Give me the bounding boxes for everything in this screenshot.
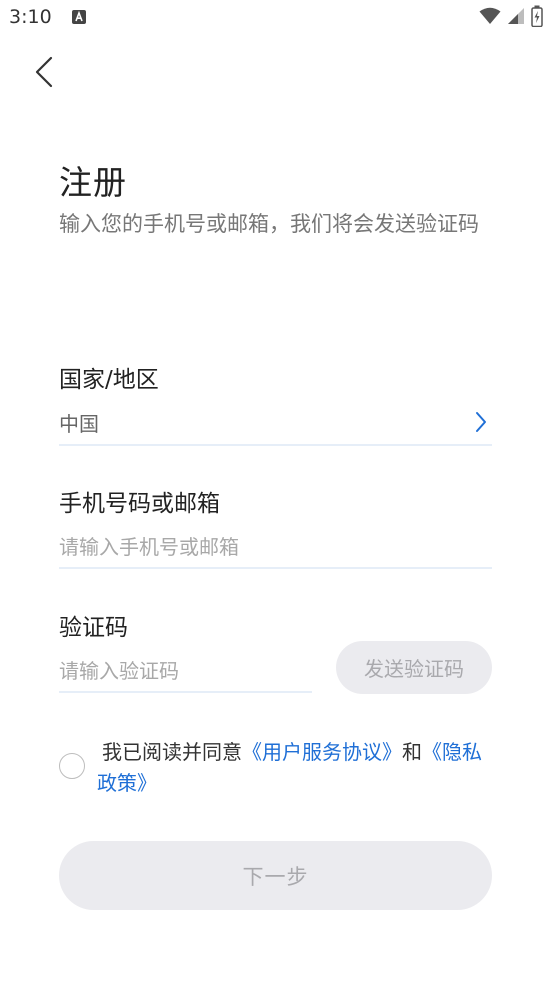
page-subtitle: 输入您的手机号或邮箱，我们将会发送验证码	[59, 212, 479, 236]
user-agreement-link[interactable]: 《用户服务协议》	[242, 740, 402, 764]
status-bar: 3:10	[0, 0, 551, 36]
code-underline	[59, 691, 312, 693]
chevron-left-icon	[33, 55, 55, 93]
region-value: 中国	[59, 412, 99, 436]
wifi-icon	[479, 7, 501, 29]
battery-charging-icon	[531, 5, 543, 31]
agreement-checkbox[interactable]	[59, 753, 85, 779]
chevron-right-icon	[474, 411, 488, 438]
region-label: 国家/地区	[59, 367, 159, 393]
back-button[interactable]	[24, 52, 64, 96]
status-icons	[479, 5, 543, 31]
code-input[interactable]	[59, 656, 311, 686]
region-underline	[59, 444, 492, 446]
account-label: 手机号码或邮箱	[59, 491, 220, 517]
agreement-conjunction: 和	[402, 740, 422, 764]
next-step-button[interactable]: 下一步	[59, 841, 492, 910]
account-input[interactable]	[59, 532, 492, 562]
send-code-button[interactable]: 发送验证码	[336, 641, 492, 694]
code-label: 验证码	[59, 615, 128, 641]
status-time: 3:10	[9, 6, 52, 28]
agreement-prefix: 我已阅读并同意	[102, 740, 242, 764]
page-title: 注册	[59, 163, 127, 202]
cellular-signal-icon	[507, 7, 525, 29]
agreement-text: 我已阅读并同意《用户服务协议》和《隐私政策》	[97, 737, 497, 799]
region-selector[interactable]: 中国	[59, 408, 492, 438]
account-underline	[59, 567, 492, 569]
a-icon	[72, 10, 86, 24]
